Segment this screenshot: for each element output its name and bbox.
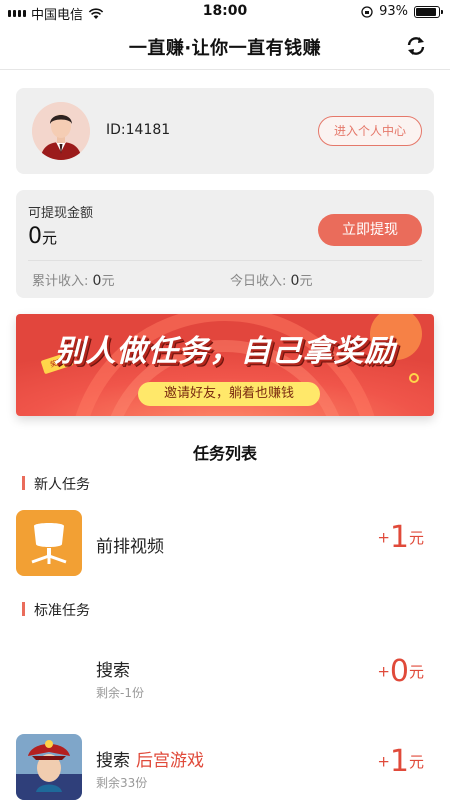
- reward-plus: +: [377, 528, 390, 547]
- reward-unit: 元: [408, 663, 424, 681]
- orientation-lock-icon: [361, 5, 373, 18]
- task-name: 搜索 后宫游戏: [96, 746, 204, 771]
- today-income: 今日收入: 0元: [230, 270, 312, 289]
- page-title: 一直赚·让你一直有钱赚: [128, 38, 322, 59]
- today-income-unit: 元: [299, 274, 313, 289]
- status-bar: 中国电信 18:00 93%: [0, 0, 450, 24]
- user-id: ID:14181: [106, 122, 171, 138]
- category-new-tasks: 新人任务: [22, 474, 90, 494]
- battery-icon: [414, 5, 443, 18]
- task-item[interactable]: 前排视频 +1元: [16, 510, 434, 576]
- reward-plus: +: [377, 662, 390, 681]
- task-remaining: 剩余-1份: [96, 686, 144, 700]
- category-standard-tasks: 标准任务: [22, 600, 90, 620]
- task-list-title: 任务列表: [192, 444, 257, 463]
- reward-value: 1: [389, 520, 409, 555]
- task-reward: +1元: [377, 744, 424, 779]
- reward-plus: +: [377, 752, 390, 771]
- reward-value: 1: [389, 744, 409, 779]
- reward-value: 0: [389, 654, 409, 689]
- nav-bar: 一直赚·让你一直有钱赚: [0, 24, 450, 70]
- profile-card: ID:14181 进入个人中心: [16, 88, 434, 174]
- status-right: 93%: [361, 4, 443, 19]
- total-income-unit: 元: [101, 274, 115, 289]
- today-income-label: 今日收入:: [230, 274, 287, 289]
- task-reward: +0元: [377, 654, 424, 689]
- battery-percent: 93%: [379, 4, 408, 19]
- total-income: 累计收入: 0元: [32, 270, 114, 289]
- task-reward: +1元: [377, 520, 424, 555]
- banner-subtitle: 邀请好友，躺着也赚钱: [138, 382, 320, 406]
- search-app-icon: [16, 644, 82, 710]
- task-name-main: 搜索: [96, 751, 130, 771]
- task-remaining: 剩余33份: [96, 776, 148, 790]
- divider: [28, 260, 422, 261]
- reward-unit: 元: [408, 529, 424, 547]
- withdrawable-unit: 元: [42, 229, 58, 247]
- task-name: 搜索: [96, 661, 130, 681]
- personal-center-button[interactable]: 进入个人中心: [318, 116, 422, 146]
- invite-banner[interactable]: 奖励 别人做任务，自己拿奖励 邀请好友，躺着也赚钱: [16, 314, 434, 416]
- withdrawable-value: 0: [28, 224, 42, 249]
- withdraw-card: 可提现金额 0元 立即提现 累计收入: 0元 今日收入: 0元: [16, 190, 434, 298]
- withdrawable-amount: 0元: [28, 224, 57, 249]
- withdrawable-label: 可提现金额: [28, 206, 94, 221]
- withdraw-now-button[interactable]: 立即提现: [318, 214, 422, 246]
- reward-unit: 元: [408, 753, 424, 771]
- task-name: 前排视频: [96, 537, 164, 557]
- task-item[interactable]: 搜索 剩余-1份 +0元: [16, 644, 434, 710]
- total-income-label: 累计收入:: [32, 274, 89, 289]
- banner-headline: 别人做任务，自己拿奖励: [54, 334, 396, 369]
- refresh-icon[interactable]: [404, 34, 428, 58]
- avatar: [32, 102, 90, 160]
- game-app-icon: [16, 734, 82, 800]
- task-item[interactable]: 搜索 后宫游戏 剩余33份 +1元: [16, 734, 434, 800]
- chair-app-icon: [16, 510, 82, 576]
- task-name-highlight: 后宫游戏: [136, 751, 204, 771]
